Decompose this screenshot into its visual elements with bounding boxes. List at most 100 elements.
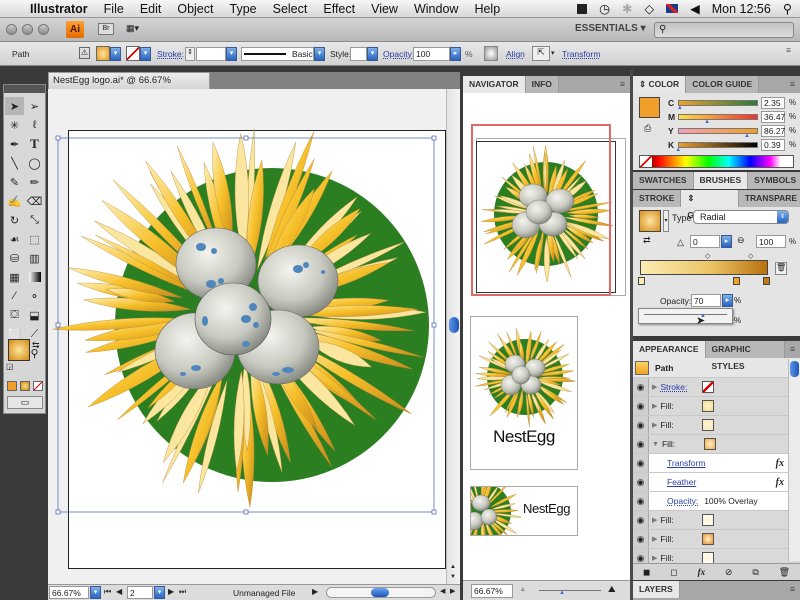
opacity-slider-popup[interactable]: ▲ [638,308,733,324]
lasso-tool-icon[interactable]: ℓ [25,116,44,134]
canvas[interactable] [48,89,446,584]
gradient-stop[interactable] [763,277,770,285]
channel-value-input[interactable]: 86.27 [761,125,785,137]
visibility-eye-icon[interactable]: ◉ [633,454,649,472]
fx-icon[interactable]: fx [776,477,784,488]
tab-appearance[interactable]: APPEARANCE [633,341,706,358]
first-artboard-button[interactable]: ⏮ [104,587,111,597]
channel-slider-thumb[interactable]: ▲ [675,147,681,153]
clear-appearance-icon[interactable]: ⊘ [725,567,733,578]
navigator-zoom-slider-thumb[interactable]: ▲ [559,590,565,596]
navigator-view-box[interactable] [471,124,611,296]
control-panel-menu-icon[interactable]: ≡ [786,45,791,55]
gradient-mode-icon[interactable] [20,381,30,391]
duplicate-item-icon[interactable]: ⧉ [752,567,758,578]
zoom-dropdown[interactable]: ▾ [90,586,101,599]
tab-transparency[interactable]: TRANSPARE [738,190,800,207]
tab-layers[interactable]: LAYERS [633,581,680,598]
effect-link[interactable]: Transform [667,458,705,468]
menu-file[interactable]: File [96,2,132,16]
line-tool-icon[interactable]: ╲ [5,154,24,172]
none-mode-icon[interactable] [33,381,43,391]
menu-object[interactable]: Object [169,2,221,16]
stroke-dropdown[interactable]: ▾ [140,47,151,61]
stroke-link[interactable]: Stroke: [157,49,184,59]
symbol-sprayer-tool-icon[interactable]: ⛁ [5,249,24,267]
gradient-preview[interactable] [639,210,661,232]
style-dropdown[interactable]: ▾ [367,47,378,61]
effect-link[interactable]: Feather [667,477,696,487]
navigator-menu-icon[interactable]: ≡ [615,76,630,93]
minimize-window-button[interactable] [22,24,33,35]
gradient-slider[interactable] [640,260,768,275]
appearance-swatch[interactable] [702,381,715,393]
style-swatch[interactable] [350,47,367,61]
fill-color-preview[interactable] [639,97,660,118]
fill-dropdown[interactable]: ▾ [110,47,121,61]
expand-triangle-icon[interactable]: ▶ [652,554,657,562]
layers-panel-menu-icon[interactable]: ≡ [785,581,800,598]
horizontal-scroll-thumb[interactable] [371,588,389,597]
stroke-weight-input[interactable] [196,47,226,61]
swap-colors-icon[interactable]: ⇆ [32,340,40,351]
gradient-aspect-input[interactable]: 100 [756,235,786,248]
pen-tool-icon[interactable]: ✒ [5,135,24,153]
mesh-tool-icon[interactable]: ▦ [5,268,24,286]
appearance-opacity-row[interactable]: ◉ Opacity: 100% Overlay [633,492,800,511]
appearance-panel-menu-icon[interactable]: ≡ [785,341,800,358]
channel-slider[interactable] [678,142,758,148]
fx-icon[interactable]: fx [776,458,784,469]
warning-icon[interactable]: ⚠ [79,47,90,59]
appearance-scrollbar[interactable] [788,359,800,561]
bridge-button[interactable]: Br [98,23,114,35]
opacity-link[interactable]: Opacity: [383,49,414,59]
tab-navigator[interactable]: NAVIGATOR [463,76,526,93]
gradient-preset-dropdown[interactable]: ▾ [663,210,669,232]
add-fill-icon[interactable]: ◻ [670,567,677,578]
isolate-select-icon[interactable]: ⇱ [532,46,550,61]
direct-selection-tool-icon[interactable]: ➢ [25,97,44,115]
artboard-number-input[interactable]: 2 [127,586,153,599]
tab-brushes[interactable]: BRUSHES [693,172,749,189]
graph-tool-icon[interactable]: ▥ [25,249,44,267]
rotate-tool-icon[interactable]: ↻ [5,211,24,229]
next-artboard-button[interactable]: ▶ [168,587,174,596]
artboard-dropdown[interactable]: ▾ [154,586,165,599]
pencil-tool-icon[interactable]: ✏ [25,173,44,191]
fill-color-box[interactable] [8,339,30,361]
eyedropper-tool-icon[interactable]: ⁄ [5,287,24,305]
last-artboard-button[interactable]: ⏭ [179,587,186,597]
collapse-triangle-icon[interactable]: ▼ [652,441,659,448]
tools-panel-header[interactable] [4,85,45,93]
appearance-row[interactable]: ◉ ▶ Fill: [633,416,800,435]
visibility-eye-icon[interactable]: ◉ [633,492,649,510]
eraser-tool-icon[interactable]: ⌫ [25,192,44,210]
scale-tool-icon[interactable]: ⤡ [25,211,44,229]
expand-triangle-icon[interactable]: ▶ [652,421,657,429]
volume-icon[interactable]: ◀ [690,1,700,16]
appearance-swatch[interactable] [702,533,715,545]
menu-edit[interactable]: Edit [132,2,170,16]
menu-view[interactable]: View [363,2,406,16]
expand-triangle-icon[interactable]: ▶ [652,402,657,410]
blend-tool-icon[interactable]: ⚬ [25,287,44,305]
gradient-tool-icon[interactable] [25,268,44,286]
appearance-row[interactable]: ◉ ▶ Fill: [633,511,800,530]
opacity-slider-track[interactable] [644,314,727,315]
gradient-angle-input[interactable]: 0 [690,235,720,248]
color-panel-menu-icon[interactable]: ≡ [785,76,800,93]
spotlight-icon[interactable]: ⚲ [783,1,792,16]
fill-color-swatch[interactable] [96,46,110,61]
channel-value-input[interactable]: 0.39 [761,139,785,151]
stroke-color-swatch[interactable] [126,46,140,61]
appearance-scroll-thumb[interactable] [790,361,799,377]
appearance-row[interactable]: ◉ ▶ Fill: [633,397,800,416]
tab-symbols[interactable]: SYMBOLS [748,172,800,189]
visibility-eye-icon[interactable]: ◉ [633,511,649,529]
opacity-link[interactable]: Opacity: [667,496,698,506]
arrange-documents-button[interactable]: ▦▾ [126,23,148,35]
search-input[interactable]: ⚲ [654,22,794,38]
add-effect-icon[interactable]: fx [698,567,706,577]
scroll-right-icon[interactable]: ▶ [450,587,455,595]
scroll-down-icon[interactable]: ▼ [450,574,456,580]
